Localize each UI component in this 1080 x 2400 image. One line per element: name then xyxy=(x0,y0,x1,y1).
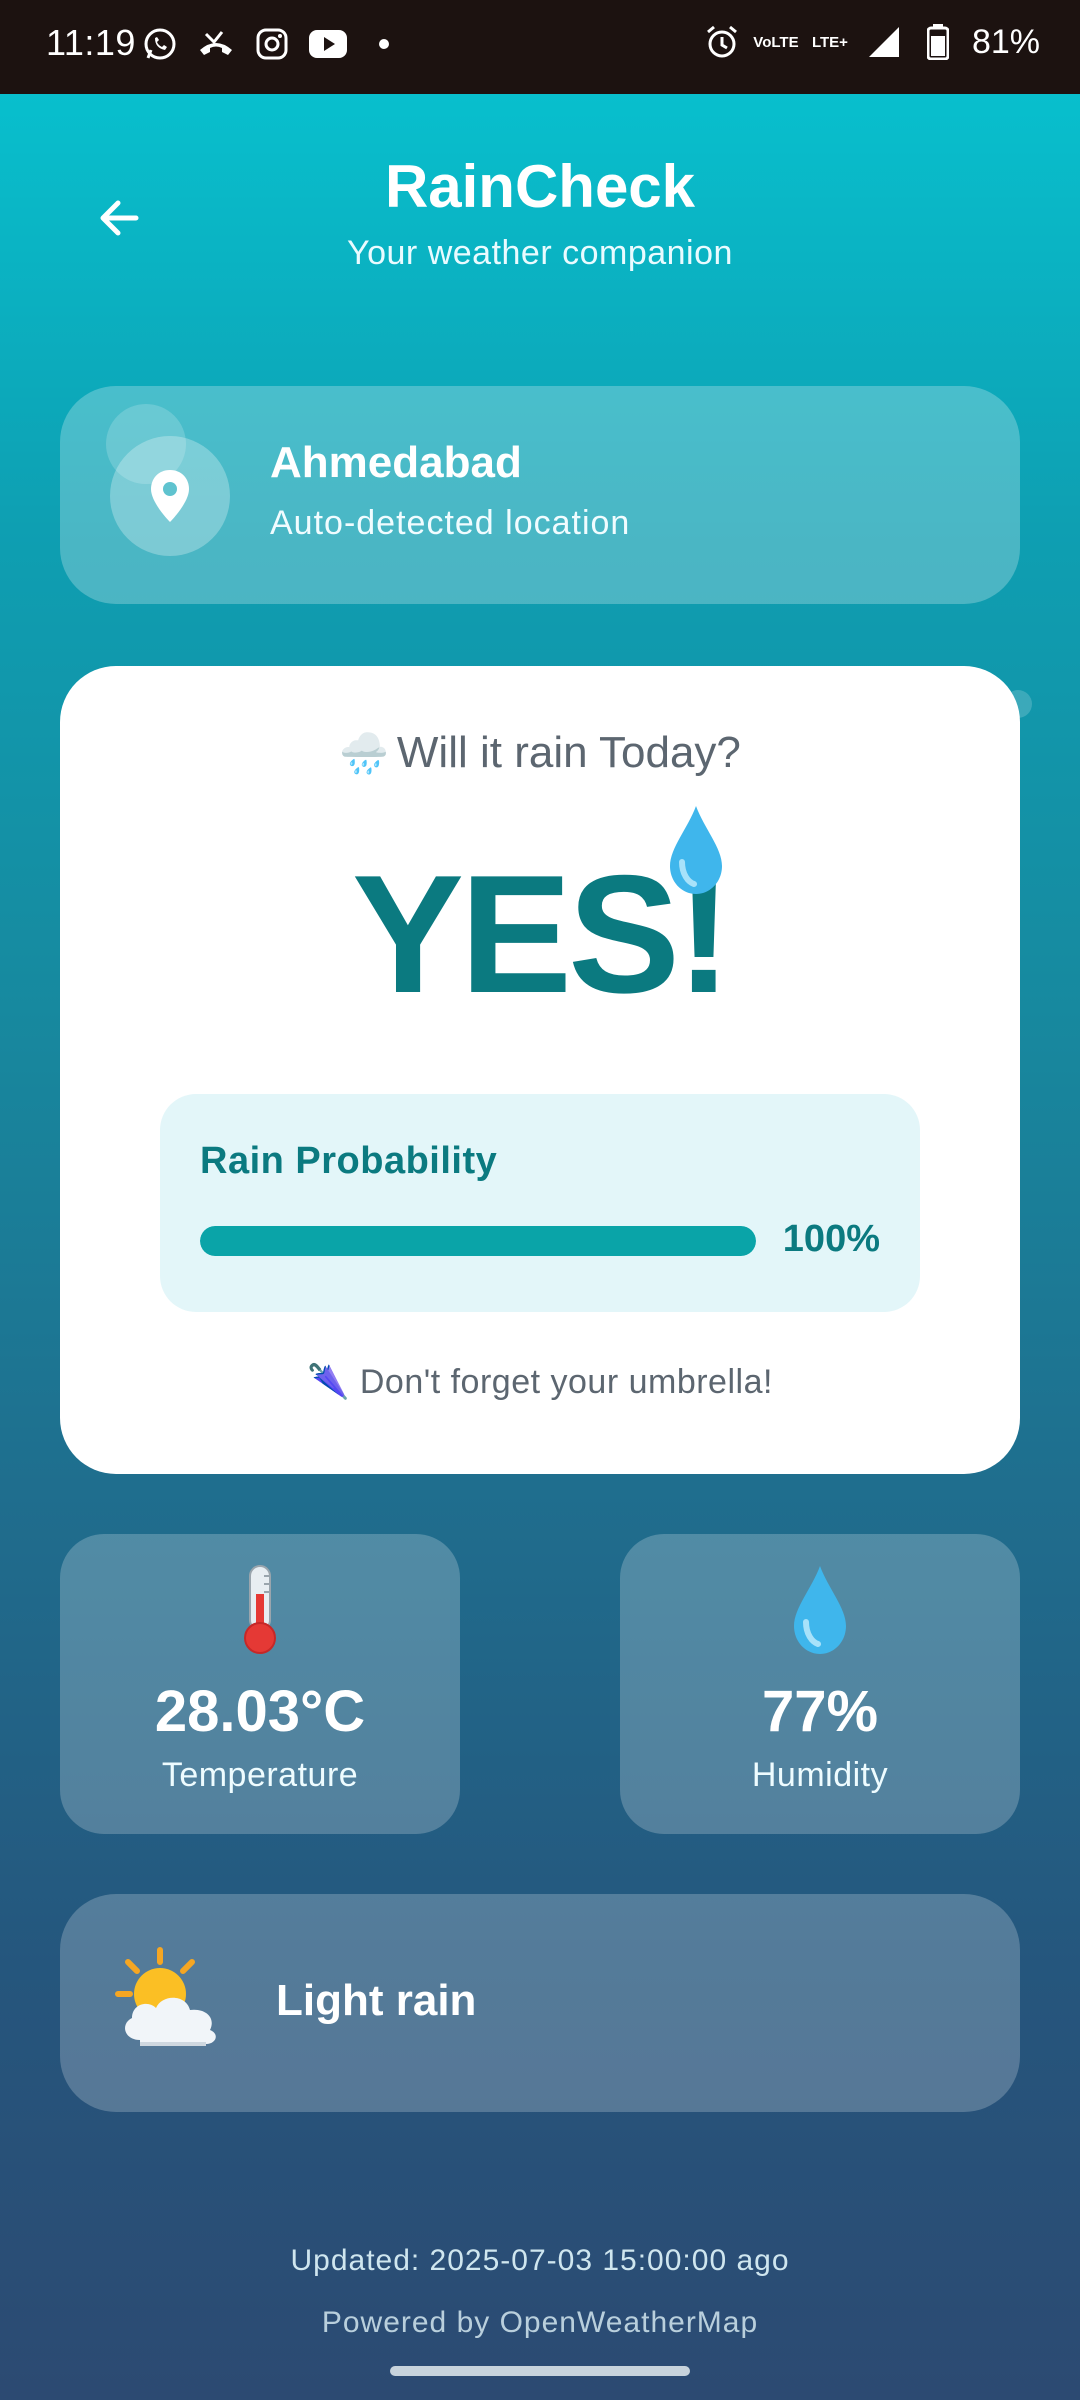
rain-probability-panel: Rain Probability 100% xyxy=(160,1094,920,1312)
water-drop-icon xyxy=(670,806,722,894)
location-card[interactable]: Ahmedabad Auto-detected location xyxy=(60,386,1020,604)
lte-icon: LTE+ xyxy=(811,33,848,51)
volte-icon: Vo LTE xyxy=(753,33,799,51)
humidity-card: 77% Humidity xyxy=(620,1534,1020,1834)
rain-answer: YES! xyxy=(351,840,732,1028)
location-pin-icon xyxy=(151,470,189,522)
last-updated: Updated: 2025-07-03 15:00:00 ago xyxy=(290,2244,790,2277)
weather-condition-text: Light rain xyxy=(276,1976,477,2025)
page-subtitle: Your weather companion xyxy=(347,234,733,272)
umbrella-tip: 🌂 Don't forget your umbrella! xyxy=(60,1362,1020,1402)
system-icons: Vo LTE LTE+ 81% xyxy=(702,22,1040,62)
signal-icon xyxy=(864,22,904,62)
notification-icons xyxy=(140,24,404,64)
status-bar: 11:19 Vo LTE LTE+ 81% xyxy=(0,0,1080,94)
weather-condition-card: Light rain xyxy=(60,1894,1020,2112)
thermometer-icon xyxy=(244,1565,276,1654)
temperature-value: 28.03°C xyxy=(154,1679,366,1744)
youtube-icon xyxy=(308,24,348,64)
whatsapp-icon xyxy=(140,24,180,64)
location-city: Ahmedabad xyxy=(270,438,522,487)
rain-cloud-icon: 🌧️ xyxy=(339,732,389,776)
home-indicator[interactable] xyxy=(390,2366,690,2376)
rain-probability-fill xyxy=(200,1226,756,1256)
alarm-icon xyxy=(702,22,742,62)
missed-call-icon xyxy=(196,24,236,64)
location-subtitle: Auto-detected location xyxy=(270,504,631,542)
dot-icon xyxy=(364,24,404,64)
rain-probability-label: Rain Probability xyxy=(200,1140,498,1182)
rain-question: 🌧️ Will it rain Today? xyxy=(60,728,1020,778)
temperature-card: 28.03°C Temperature xyxy=(60,1534,460,1834)
location-pin-badge xyxy=(110,436,230,556)
umbrella-icon: 🌂 xyxy=(307,1363,350,1401)
rain-forecast-card: 🌧️ Will it rain Today? YES! Rain Probabil… xyxy=(60,666,1020,1474)
powered-by: Powered by OpenWeatherMap xyxy=(321,2306,759,2339)
rain-probability-value: 100% xyxy=(782,1218,880,1260)
water-drop-icon xyxy=(794,1566,846,1654)
status-time: 11:19 xyxy=(46,22,136,63)
page-title: RainCheck xyxy=(384,153,696,220)
humidity-label: Humidity xyxy=(751,1756,889,1794)
umbrella-tip-text: Don't forget your umbrella! xyxy=(359,1363,773,1401)
battery-icon xyxy=(918,22,958,62)
rain-probability-bar xyxy=(200,1226,756,1256)
battery-percent: 81% xyxy=(971,22,1040,61)
humidity-value: 77% xyxy=(761,1679,879,1744)
instagram-icon xyxy=(252,24,292,64)
rain-question-text: Will it rain Today? xyxy=(396,728,741,777)
temperature-label: Temperature xyxy=(161,1756,359,1794)
sun-behind-cloud-icon xyxy=(115,1947,216,2046)
